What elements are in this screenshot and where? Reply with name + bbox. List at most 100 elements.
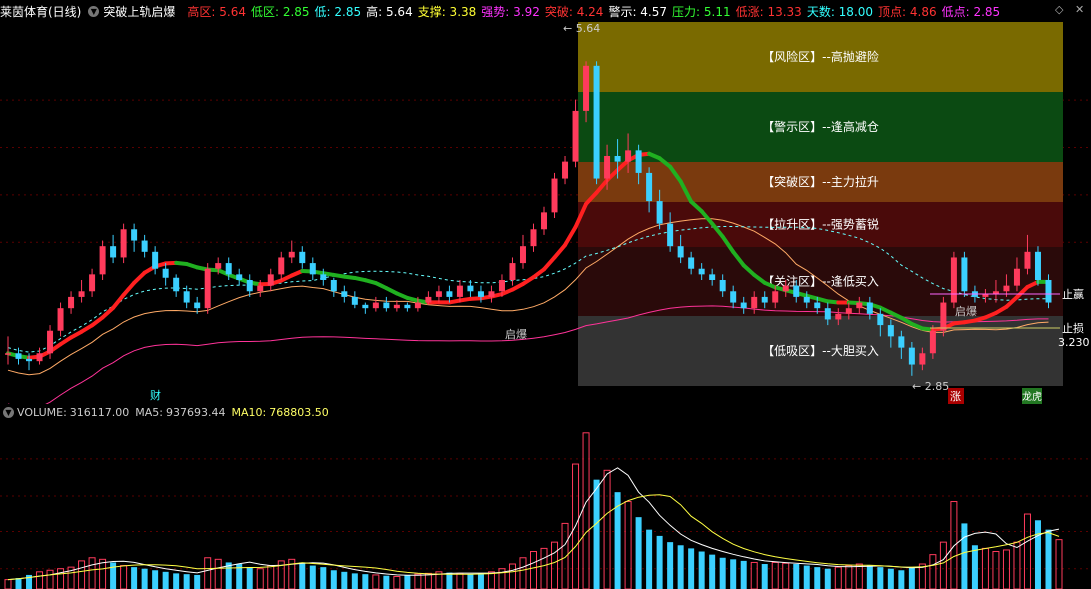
volume-bar <box>88 557 96 589</box>
candle-body <box>15 353 22 359</box>
volume-bar <box>508 563 516 589</box>
volume-bar <box>1045 529 1052 589</box>
volume-bar <box>1013 541 1021 589</box>
stock-title: 莱茵体育(日线) <box>0 4 82 19</box>
candle-body <box>845 308 852 314</box>
candle-body <box>519 246 526 264</box>
volume-bar <box>383 575 390 589</box>
candle-body <box>856 302 863 309</box>
volume-bar <box>834 566 842 589</box>
volume-bar <box>561 522 569 589</box>
indicator-field: 突破: 4.24 <box>544 4 604 19</box>
volume-bar <box>477 573 484 589</box>
candle-body <box>887 325 894 337</box>
candle-body <box>625 150 632 162</box>
indicator-field: 顶点: 4.86 <box>878 4 937 19</box>
volume-bar <box>99 558 107 589</box>
candle-body <box>950 257 957 303</box>
indicator-values: 高区: 5.64 低区: 2.85 低: 2.85 高: 5.64 支撑: 3.38 强势… <box>187 3 1005 20</box>
chart-header: 莱茵体育(日线) ▼ 突破上轨启爆 高区: 5.64 低区: 2.85 低: 2.8… <box>0 0 1091 22</box>
candle-body <box>246 280 253 292</box>
ma10-value: 768803.50 <box>269 405 329 419</box>
volume-bar <box>866 565 873 589</box>
volume-bar <box>320 567 327 589</box>
candle-body <box>309 263 316 275</box>
volume-bar <box>730 559 737 589</box>
diamond-icon[interactable]: ◇ <box>1055 3 1063 16</box>
trend-segment <box>100 305 116 320</box>
volume-bar <box>4 579 12 589</box>
candle-body <box>278 257 285 275</box>
candle-body <box>57 308 64 331</box>
candle-body <box>898 336 905 348</box>
volume-bar <box>740 560 747 589</box>
volume-bar <box>656 535 663 589</box>
zone-label: 【警示区】--逢高减仓 <box>762 119 879 134</box>
candle-body <box>372 302 379 309</box>
volume-bar <box>309 565 316 589</box>
candle-body <box>498 280 505 292</box>
high-mark-label: ← 5.64 <box>563 22 600 35</box>
volume-bar <box>362 574 369 589</box>
volume-bar <box>1034 520 1041 589</box>
candle-body <box>877 313 884 326</box>
candle-body <box>803 296 810 303</box>
candle-body <box>236 274 243 280</box>
candle-body <box>383 302 390 309</box>
volume-bar <box>36 571 44 589</box>
volume-chart[interactable] <box>0 420 1091 589</box>
candle-body <box>835 313 842 320</box>
candle-body <box>751 296 758 309</box>
volume-bar <box>855 563 863 589</box>
low-mark-label: ← 2.85 <box>912 380 949 393</box>
volume-bar <box>961 523 968 589</box>
candle-body <box>814 302 821 309</box>
candle-body <box>36 353 43 362</box>
indicator-name[interactable]: 突破上轨启爆 <box>103 3 175 20</box>
candle-body <box>656 201 663 224</box>
volume-label: VOLUME: <box>17 405 67 419</box>
volume-bar <box>782 562 790 589</box>
candle-body <box>5 353 11 355</box>
volume-bar <box>183 574 190 589</box>
volume-bar <box>551 541 559 589</box>
candle-body <box>225 263 232 275</box>
trend-segment <box>132 270 147 285</box>
ma10-label: MA10: <box>231 405 267 419</box>
candle-body <box>908 347 915 365</box>
qibao-label-2: 启爆 <box>955 304 977 318</box>
volume-bar <box>593 479 600 589</box>
candle-body <box>761 296 768 303</box>
volume-bar <box>330 570 337 589</box>
volume-bar <box>646 529 653 589</box>
candle-body <box>719 280 726 292</box>
ma5-label: MA5: <box>135 405 164 419</box>
candle-body <box>677 246 684 258</box>
volume-value: 316117.00 <box>69 405 130 419</box>
candle-body <box>866 302 873 314</box>
dropdown-icon[interactable]: ▼ <box>88 5 100 17</box>
candle-body <box>467 285 474 292</box>
candle-body <box>940 302 947 331</box>
candle-body <box>541 212 548 230</box>
volume-bar <box>1055 539 1063 589</box>
indicator-field: 天数: 18.00 <box>806 4 874 19</box>
price-chart[interactable]: 【风险区】--高抛避险【警示区】--逢高减仓【突破区】--主力拉升【拉升区】--… <box>0 22 1091 404</box>
candle-body <box>68 296 75 309</box>
trend-segment <box>542 255 557 272</box>
volume-bar <box>404 574 411 589</box>
volume-bar <box>793 564 800 589</box>
ma5-value: 937693.44 <box>166 405 226 419</box>
volume-bar <box>46 569 54 589</box>
indicator-field: 支撑: 3.38 <box>417 4 477 19</box>
volume-dropdown-icon[interactable]: ▼ <box>3 406 14 418</box>
volume-bar <box>698 551 705 589</box>
candle-body <box>141 240 148 252</box>
close-icon[interactable]: ✕ <box>1075 3 1084 16</box>
candle-body <box>614 156 621 162</box>
candle-body <box>257 285 264 292</box>
candle-body <box>152 251 159 269</box>
candle-body <box>929 330 936 354</box>
candle-body <box>204 268 211 309</box>
volume-header: ▼ VOLUME: 316117.00 MA5: 937693.44 MA10:… <box>0 405 329 419</box>
